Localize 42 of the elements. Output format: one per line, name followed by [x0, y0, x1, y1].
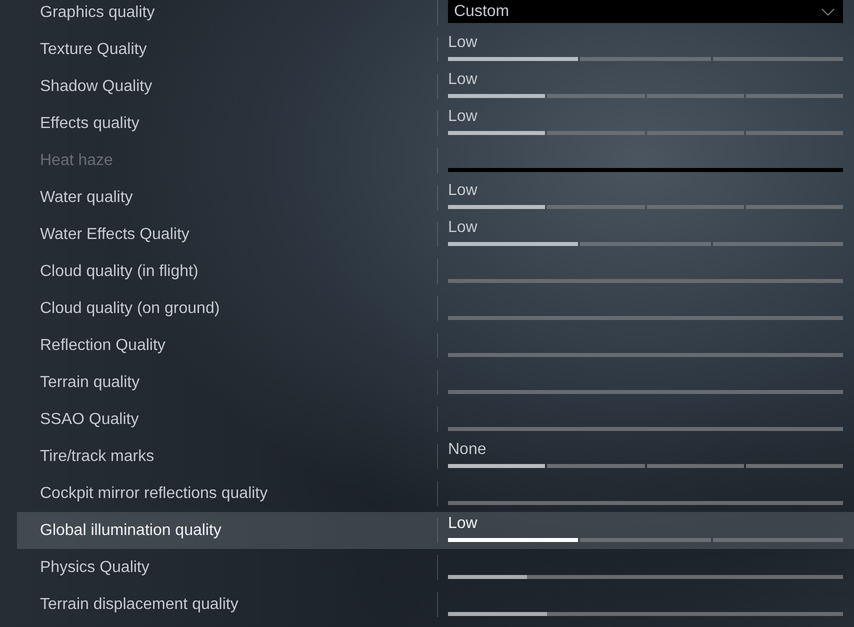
step-slider[interactable]: [448, 242, 843, 246]
setting-label: Global illumination quality: [39, 520, 222, 540]
setting-label: Water quality: [39, 188, 134, 208]
step-slider[interactable]: [448, 94, 843, 98]
setting-value: None: [448, 441, 488, 459]
dropdown-value: Custom: [454, 2, 510, 20]
slider-track[interactable]: [448, 279, 843, 283]
slider-track[interactable]: [448, 316, 843, 320]
setting-label: Heat haze: [39, 150, 114, 170]
step-slider[interactable]: [448, 205, 843, 209]
setting-label: Terrain quality: [39, 372, 141, 392]
slider-track[interactable]: [448, 612, 843, 616]
quality-dropdown[interactable]: Custom: [448, 0, 843, 23]
setting-label: SSAO Quality: [39, 410, 140, 430]
setting-value: Low: [448, 515, 478, 533]
setting-label: Terrain displacement quality: [39, 594, 240, 614]
setting-label: Reflection Quality: [39, 336, 166, 356]
setting-label: Cockpit mirror reflections quality: [39, 484, 269, 504]
step-slider[interactable]: [448, 464, 843, 468]
setting-label: Cloud quality (on ground): [39, 298, 221, 318]
slider-track[interactable]: [448, 427, 843, 431]
setting-label: Tire/track marks: [39, 446, 156, 466]
setting-value: Low: [448, 34, 478, 52]
step-slider[interactable]: [448, 538, 843, 542]
step-slider[interactable]: [448, 131, 843, 135]
slider-track[interactable]: [448, 501, 843, 505]
setting-value: Low: [448, 182, 478, 200]
setting-label: Shadow Quality: [39, 76, 154, 96]
setting-value: Low: [448, 108, 478, 126]
setting-label: Cloud quality (in flight): [39, 262, 200, 282]
slider-track[interactable]: [448, 575, 843, 579]
step-slider[interactable]: [448, 57, 843, 61]
setting-label: Texture Quality: [39, 40, 148, 60]
chevron-down-icon: [821, 8, 835, 16]
setting-value: Low: [448, 71, 478, 89]
setting-label: Water Effects Quality: [39, 224, 190, 244]
setting-label: Effects quality: [39, 114, 140, 134]
setting-label: Graphics quality: [39, 2, 156, 22]
slider-track[interactable]: [448, 353, 843, 357]
setting-value: Low: [448, 219, 478, 237]
slider-track[interactable]: [448, 390, 843, 394]
setting-label: Physics Quality: [39, 558, 150, 578]
